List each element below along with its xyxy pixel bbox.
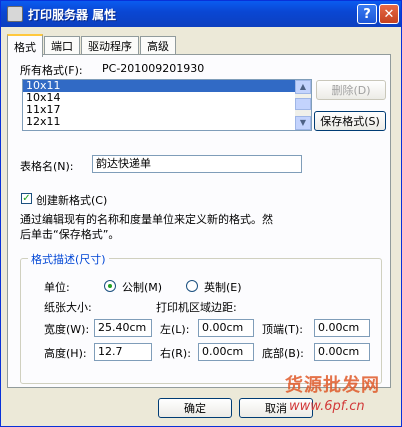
- list-item[interactable]: 10x11: [23, 80, 311, 92]
- height-label: 高度(H):: [44, 347, 87, 360]
- margins-label: 打印机区域边距:: [156, 301, 237, 314]
- format-description-title: 格式描述(尺寸): [28, 251, 109, 267]
- watermark-text: 货源批发网: [285, 375, 380, 396]
- server-name: PC-201009201930: [102, 62, 205, 75]
- title-bar: 打印服务器 属性 ? ✕: [1, 1, 401, 27]
- ok-button[interactable]: 确定: [158, 398, 232, 418]
- right-margin-input[interactable]: 0.00cm: [198, 343, 254, 361]
- help-icon: ?: [363, 6, 371, 22]
- scroll-thumb[interactable]: [295, 98, 311, 110]
- tab-strip: 格式 端口 驱动程序 高级: [7, 34, 177, 57]
- formats-list[interactable]: 10x11 10x14 11x17 12x11 ▲ ▼: [22, 79, 312, 131]
- list-item[interactable]: 11x17: [23, 104, 311, 116]
- english-label: 英制(E): [204, 281, 242, 294]
- bottom-margin-label: 底部(B):: [262, 347, 304, 360]
- list-item[interactable]: 10x14: [23, 92, 311, 104]
- tab-drivers[interactable]: 驱动程序: [81, 36, 139, 55]
- left-margin-label: 左(L):: [160, 323, 190, 336]
- form-name-label: 表格名(N):: [20, 160, 74, 173]
- printer-icon: [7, 6, 23, 22]
- left-margin-input[interactable]: 0.00cm: [198, 319, 254, 337]
- units-label: 单位:: [44, 281, 70, 294]
- save-format-button[interactable]: 保存格式(S): [314, 111, 386, 131]
- height-input[interactable]: 12.7: [94, 343, 152, 361]
- close-icon: ✕: [383, 6, 395, 22]
- right-margin-label: 右(R):: [160, 347, 191, 360]
- create-new-checkbox[interactable]: ✓: [21, 193, 32, 204]
- instructions-line2: 后单击“保存格式”。: [20, 228, 120, 241]
- delete-button[interactable]: 删除(D): [316, 80, 386, 100]
- create-new-label: 创建新格式(C): [36, 194, 108, 207]
- list-item[interactable]: 12x11: [23, 116, 311, 128]
- top-margin-input[interactable]: 0.00cm: [314, 319, 370, 337]
- close-button[interactable]: ✕: [379, 4, 399, 24]
- metric-radio[interactable]: [104, 280, 116, 292]
- tab-advanced[interactable]: 高级: [140, 36, 176, 55]
- form-name-input[interactable]: 韵达快递单: [92, 155, 302, 173]
- scroll-down-icon[interactable]: ▼: [295, 116, 311, 130]
- all-formats-label: 所有格式(F):: [20, 64, 83, 77]
- top-margin-label: 顶端(T):: [262, 323, 304, 336]
- window-title: 打印服务器 属性: [28, 7, 117, 22]
- metric-label: 公制(M): [122, 281, 163, 294]
- watermark-url: www.6pf.cn: [289, 399, 365, 414]
- forms-panel: 所有格式(F): PC-201009201930 10x11 10x14 11x…: [7, 54, 391, 388]
- list-scrollbar[interactable]: ▲ ▼: [295, 80, 311, 130]
- scroll-up-icon[interactable]: ▲: [295, 80, 311, 94]
- english-radio[interactable]: [186, 280, 198, 292]
- print-server-properties-window: 打印服务器 属性 ? ✕ 格式 端口 驱动程序 高级 所有格式(F): PC-2…: [0, 0, 402, 427]
- tab-ports[interactable]: 端口: [44, 36, 80, 55]
- width-label: 宽度(W):: [44, 323, 90, 336]
- bottom-margin-input[interactable]: 0.00cm: [314, 343, 370, 361]
- paper-size-label: 纸张大小:: [44, 301, 92, 314]
- help-button[interactable]: ?: [357, 4, 377, 24]
- instructions-line1: 通过编辑现有的名称和度量单位来定义新的格式。然: [20, 213, 273, 226]
- width-input[interactable]: 25.40cm: [94, 319, 152, 337]
- tab-forms[interactable]: 格式: [7, 34, 43, 57]
